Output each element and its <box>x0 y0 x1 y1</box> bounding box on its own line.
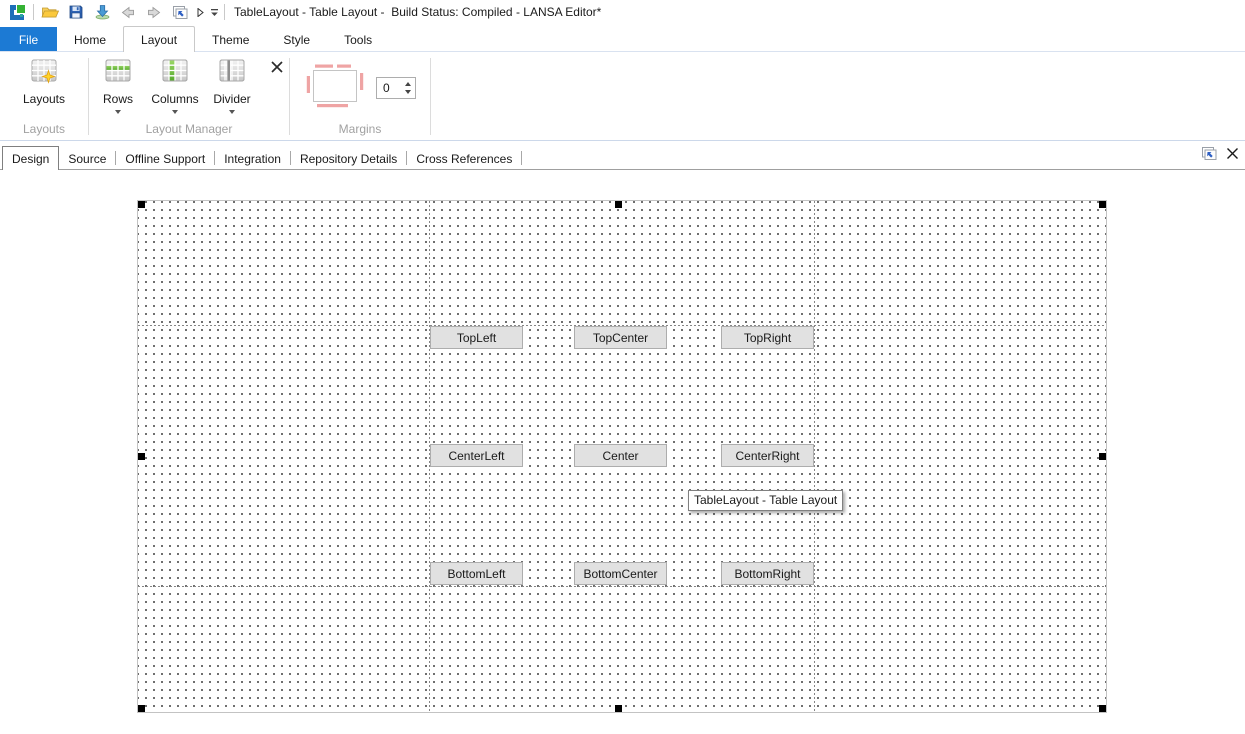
selection-handle-middle-right[interactable] <box>1099 453 1106 460</box>
ribbon-body: Layouts Layouts Rows Columns Divider Lay… <box>0 52 1245 141</box>
selection-handle-top-left[interactable] <box>138 201 145 208</box>
tab-integration[interactable]: Integration <box>215 147 290 170</box>
group-label-margins: Margins <box>338 122 382 136</box>
tab-repository-details[interactable]: Repository Details <box>291 147 406 170</box>
design-canvas[interactable]: TopLeft TopCenter TopRight CenterLeft Ce… <box>137 200 1107 713</box>
table-rows-icon <box>104 57 132 90</box>
tab-design[interactable]: Design <box>2 146 60 170</box>
selection-handle-bottom-left[interactable] <box>138 705 145 712</box>
app-logo-icon[interactable] <box>8 3 26 21</box>
button-bottomright[interactable]: BottomRight <box>721 562 814 585</box>
tab-cross-references[interactable]: Cross References <box>407 147 521 170</box>
button-bottomcenter[interactable]: BottomCenter <box>574 562 667 585</box>
rows-button-label: Rows <box>102 92 133 106</box>
selection-handle-top-right[interactable] <box>1099 201 1106 208</box>
button-topcenter[interactable]: TopCenter <box>574 326 667 349</box>
margin-spinner-value: 0 <box>383 81 390 95</box>
button-centerleft[interactable]: CenterLeft <box>430 444 523 467</box>
play-icon[interactable] <box>195 3 205 21</box>
ribbon-group-margins: 0 Margins <box>290 52 430 140</box>
margin-spinner[interactable]: 0 <box>376 77 416 99</box>
table-columns-icon <box>161 57 189 90</box>
ribbon-tab-theme[interactable]: Theme <box>195 27 266 52</box>
window-title: TableLayout - Table Layout - Build Statu… <box>234 5 602 19</box>
button-topleft[interactable]: TopLeft <box>430 326 523 349</box>
ribbon-group-layouts: Layouts Layouts <box>0 52 88 140</box>
ribbon-tab-file[interactable]: File <box>0 27 57 52</box>
float-window-icon[interactable] <box>1200 145 1218 166</box>
title-bar: TableLayout - Table Layout - Build Statu… <box>0 0 1245 24</box>
chevron-down-icon <box>115 110 121 114</box>
layouts-button-label: Layouts <box>22 92 66 106</box>
columns-button[interactable]: Columns <box>148 57 202 114</box>
table-row-divider <box>138 586 1106 587</box>
selection-handle-middle-left[interactable] <box>138 453 145 460</box>
document-tab-strip: Design Source Offline Support Integratio… <box>0 146 1245 170</box>
columns-button-label: Columns <box>151 92 199 106</box>
selection-handle-bottom-center[interactable] <box>615 705 622 712</box>
button-bottomleft[interactable]: BottomLeft <box>430 562 523 585</box>
button-centerright[interactable]: CenterRight <box>721 444 814 467</box>
open-folder-icon[interactable] <box>41 3 59 21</box>
tab-separator <box>521 151 523 165</box>
layouts-button[interactable]: Layouts <box>16 57 72 106</box>
table-column-divider <box>814 201 815 712</box>
ribbon-tab-tools[interactable]: Tools <box>327 27 389 52</box>
group-separator <box>430 58 431 135</box>
spinner-up-icon[interactable] <box>405 82 411 86</box>
check-in-icon[interactable] <box>93 3 111 21</box>
button-topright[interactable]: TopRight <box>721 326 814 349</box>
ribbon-tab-style[interactable]: Style <box>266 27 327 52</box>
toolbar-separator <box>224 4 225 20</box>
close-icon[interactable] <box>270 60 284 79</box>
close-icon[interactable] <box>1226 147 1239 165</box>
button-center[interactable]: Center <box>574 444 667 467</box>
save-icon[interactable] <box>67 3 85 21</box>
divider-button[interactable]: Divider <box>208 57 256 114</box>
ribbon-group-layout-manager: Rows Columns Divider Layout Manager <box>89 52 289 140</box>
tooltip: TableLayout - Table Layout <box>688 490 844 511</box>
group-label-layout-manager: Layout Manager <box>145 122 233 136</box>
back-icon[interactable] <box>119 3 137 21</box>
margins-preview-icon <box>304 62 366 115</box>
group-label-layouts: Layouts <box>22 122 66 136</box>
selection-handle-bottom-right[interactable] <box>1099 705 1106 712</box>
ribbon-tab-home[interactable]: Home <box>57 27 123 52</box>
rows-button[interactable]: Rows <box>94 57 142 114</box>
table-star-icon <box>30 57 58 90</box>
chevron-down-icon <box>172 110 178 114</box>
forward-icon[interactable] <box>145 3 163 21</box>
selection-handle-top-center[interactable] <box>615 201 622 208</box>
divider-button-label: Divider <box>213 92 251 106</box>
tab-offline-support[interactable]: Offline Support <box>116 147 214 170</box>
spinner-down-icon[interactable] <box>405 90 411 94</box>
customize-toolbar-icon[interactable] <box>209 3 219 21</box>
toolbar-separator <box>33 4 34 20</box>
ribbon-tab-bar: File Home Layout Theme Style Tools <box>0 24 1245 52</box>
table-divider-icon <box>218 57 246 90</box>
switch-window-icon[interactable] <box>171 3 189 21</box>
ribbon-tab-layout[interactable]: Layout <box>123 26 196 52</box>
chevron-down-icon <box>229 110 235 114</box>
tab-source[interactable]: Source <box>59 147 115 170</box>
